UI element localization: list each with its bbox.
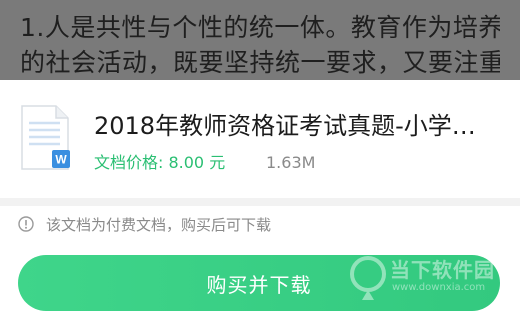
watermark-url: www.downxia.com (392, 282, 486, 293)
word-document-icon: W (21, 105, 70, 170)
watermark: 当下软件园 www.downxia.com (348, 252, 508, 310)
document-price: 文档价格: 8.00 元 (94, 153, 226, 172)
background-text-line: 1.人是共性与个性的统一体。教育作为培养人 (20, 13, 500, 42)
buy-button-label: 购买并下载 (206, 272, 312, 297)
document-title: 2018年教师资格证考试真题-小学教育教学知识与能力 (94, 112, 499, 140)
background-document-text: 1.人是共性与个性的统一体。教育作为培养人 的社会活动，既要坚持统一要求，又要注… (0, 0, 520, 90)
paid-notice-text: 该文档为付费文档，购买后可下载 (46, 215, 272, 234)
info-circle-icon (18, 216, 34, 232)
watermark-text: 当下软件园 (390, 258, 495, 282)
watermark-logo-icon (350, 256, 386, 300)
document-size: 1.63M (266, 153, 316, 172)
background-text-line: 的社会活动，既要坚持统一要求，又要注重 (20, 48, 500, 77)
document-info: W 2018年教师资格证考试真题-小学教育教学知识与能力 文档价格: 8.00 … (0, 80, 520, 200)
svg-text:W: W (55, 153, 67, 167)
section-divider (0, 198, 520, 206)
paid-notice: 该文档为付费文档，购买后可下载 (18, 210, 271, 238)
